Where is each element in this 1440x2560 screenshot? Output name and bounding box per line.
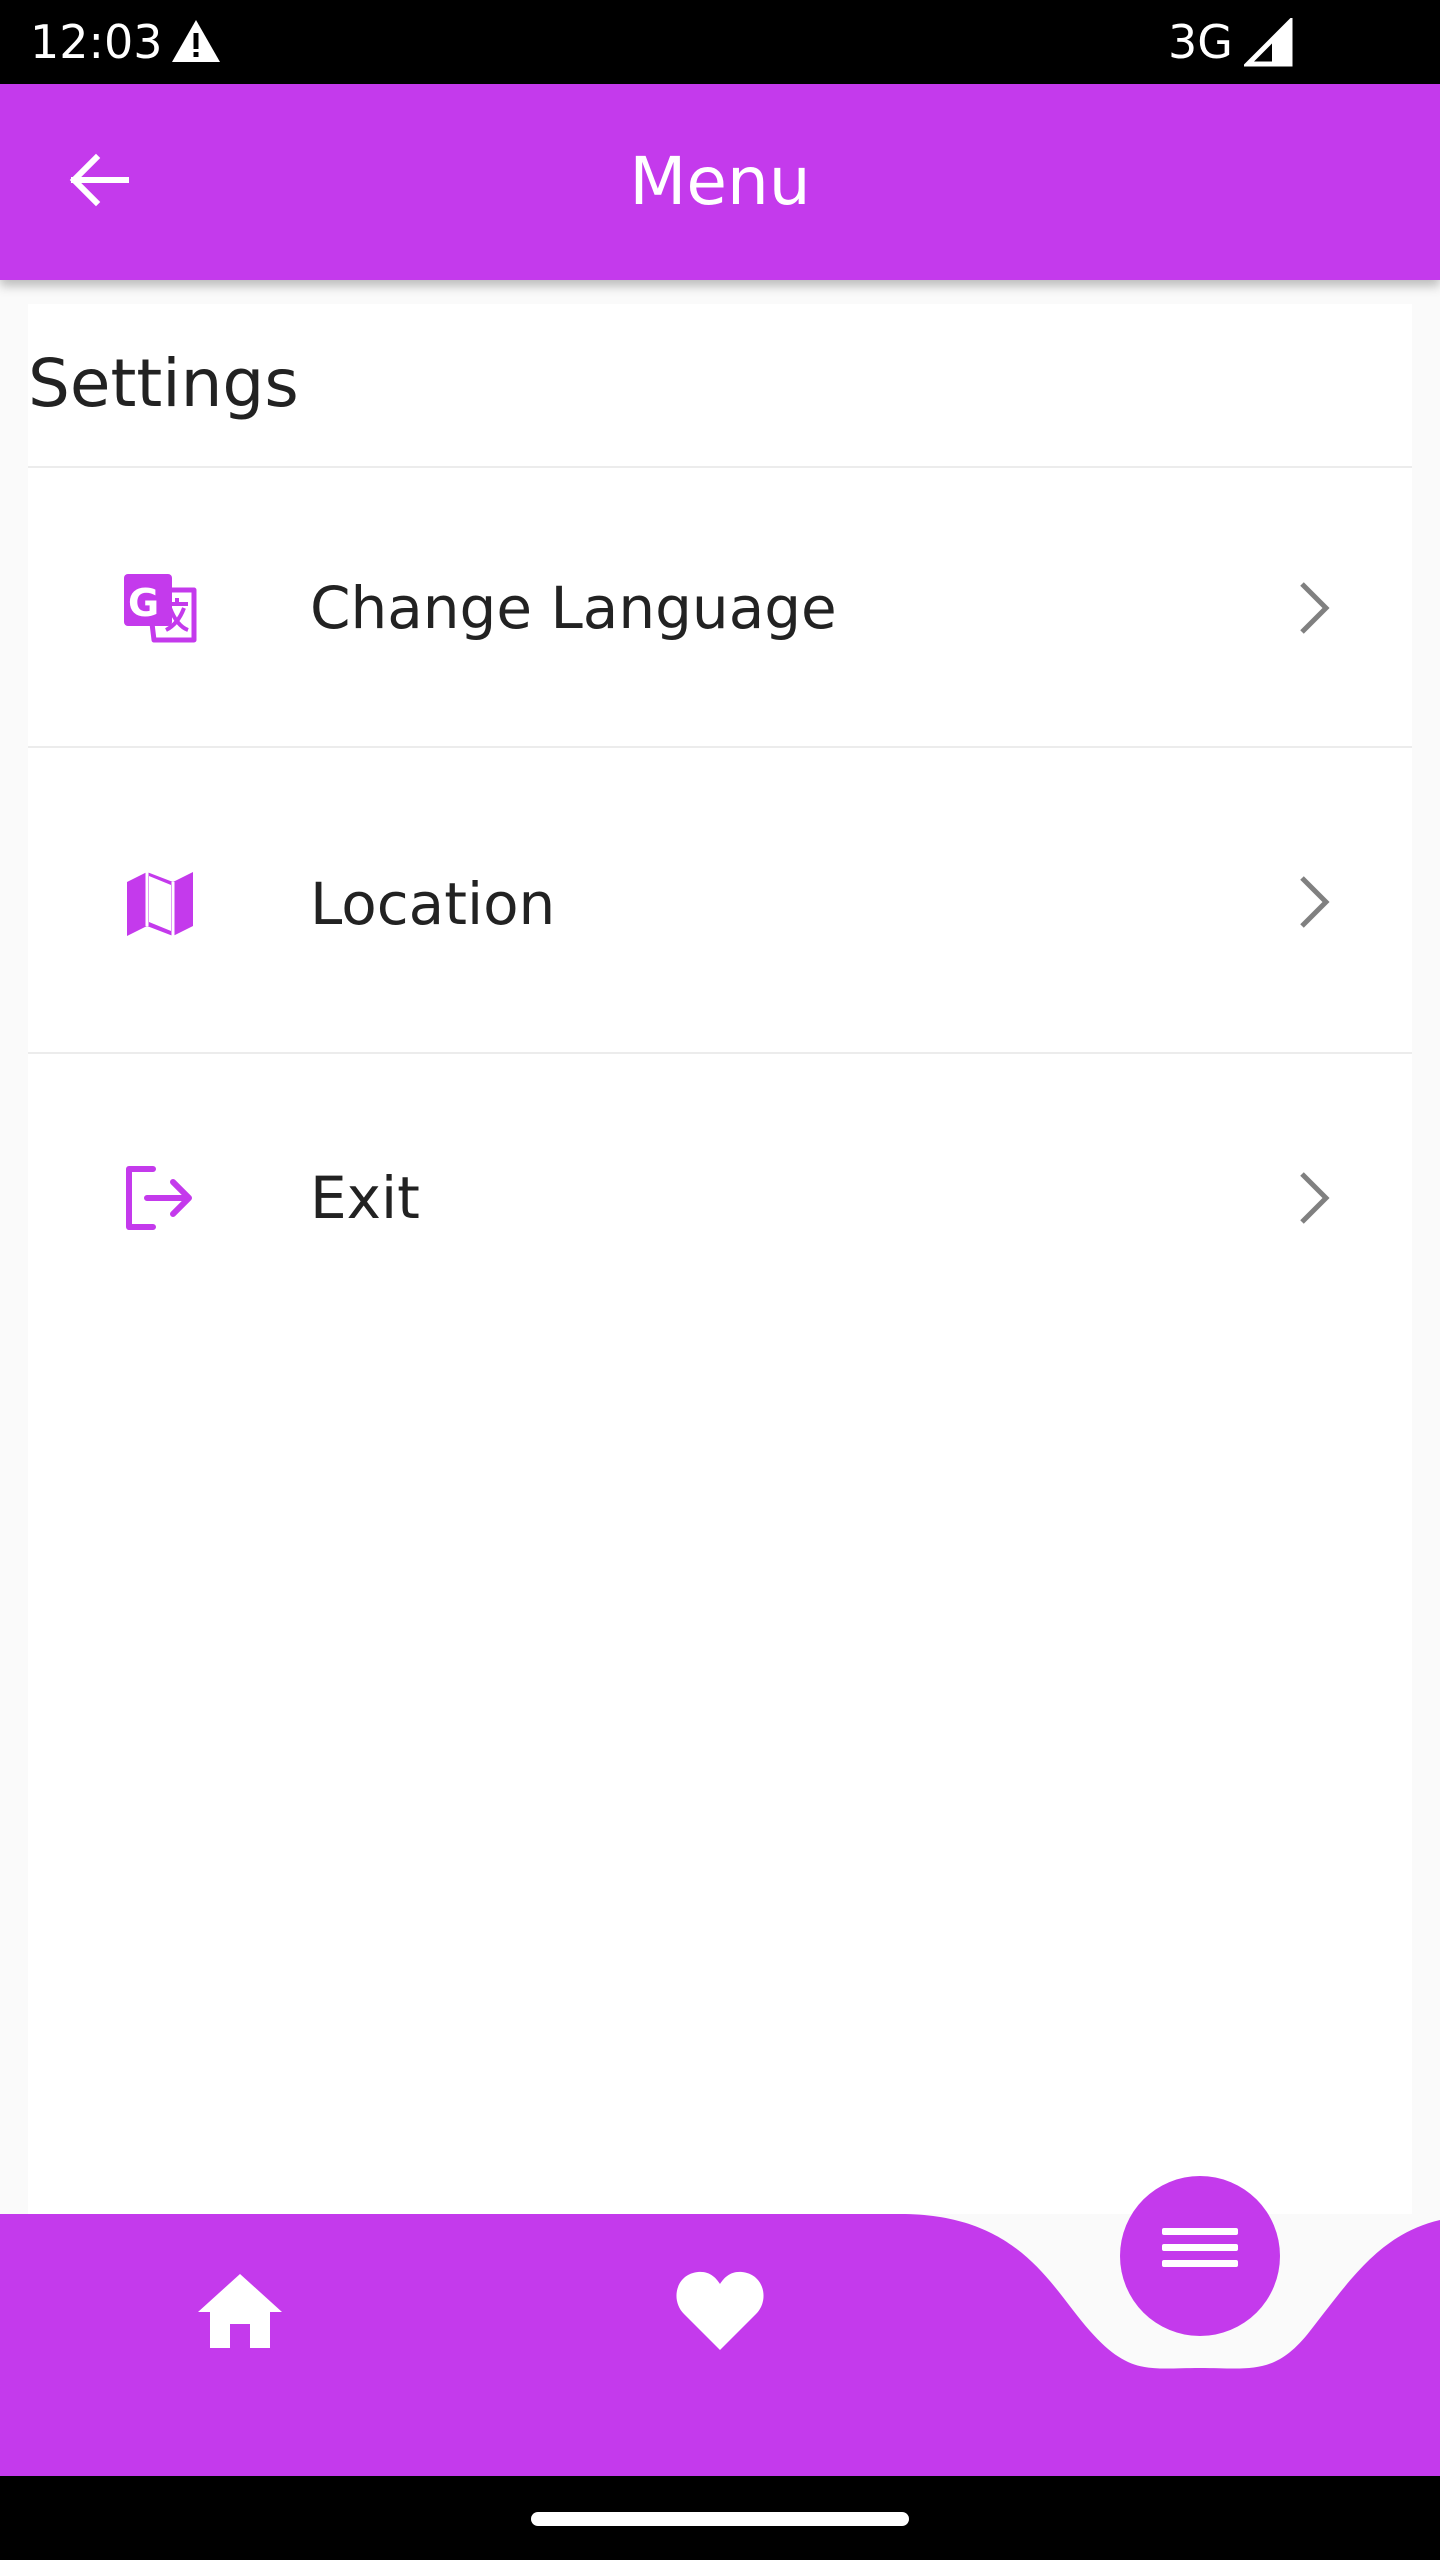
status-bar: 12:03 3G <box>0 0 1440 84</box>
map-icon <box>110 853 210 953</box>
warning-icon <box>170 18 222 64</box>
home-indicator[interactable] <box>531 2512 909 2526</box>
page-title: Menu <box>629 143 811 220</box>
menu-item-exit[interactable]: Exit <box>28 1054 1412 1344</box>
network-type: 3G <box>1168 15 1233 69</box>
menu-label-change-language: Change Language <box>310 574 837 642</box>
system-navigation-bar <box>0 2476 1440 2560</box>
signal-icon <box>1241 15 1294 68</box>
home-icon <box>194 2270 286 2354</box>
section-title: Settings <box>28 345 299 422</box>
chevron-right-icon <box>1284 578 1344 638</box>
menu-label-exit: Exit <box>310 1164 420 1232</box>
arrow-back-icon <box>66 148 130 216</box>
app-screen: 12:03 3G Menu Settings G Change Language… <box>0 0 1440 2560</box>
menu-item-change-language[interactable]: G Change Language <box>28 468 1412 748</box>
bottom-navigation <box>0 2176 1440 2476</box>
svg-text:G: G <box>128 581 159 625</box>
heart-icon <box>674 2268 766 2356</box>
status-time: 12:03 <box>30 15 163 69</box>
menu-icon <box>1160 2224 1240 2288</box>
translate-icon: G <box>110 558 210 658</box>
chevron-right-icon <box>1284 1168 1344 1228</box>
nav-favorites-button[interactable] <box>670 2262 770 2362</box>
settings-panel: Settings G Change Language Location Exit <box>28 304 1412 2214</box>
back-button[interactable] <box>58 142 138 222</box>
menu-item-location[interactable]: Location <box>28 748 1412 1054</box>
nav-menu-button[interactable] <box>1120 2176 1280 2336</box>
chevron-right-icon <box>1284 872 1344 932</box>
app-bar: Menu <box>0 84 1440 280</box>
nav-home-button[interactable] <box>190 2262 290 2362</box>
logout-icon <box>110 1148 210 1248</box>
menu-label-location: Location <box>310 870 556 938</box>
